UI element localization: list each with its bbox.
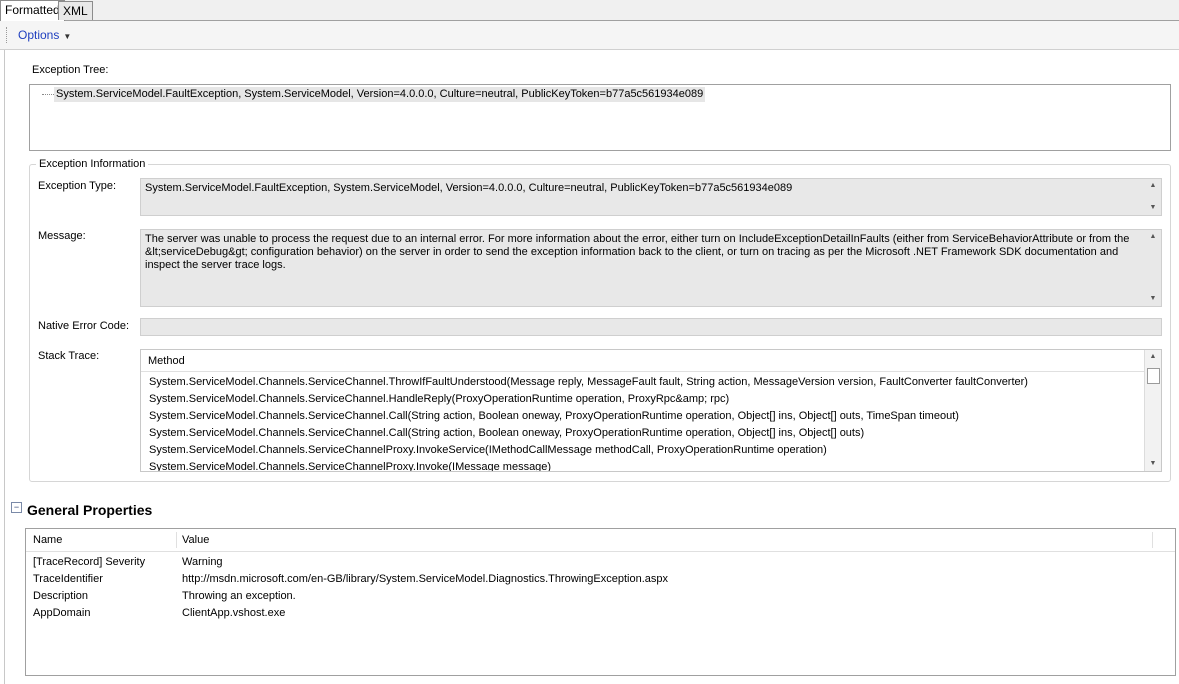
- property-name[interactable]: Description: [33, 588, 88, 605]
- exception-tree-node[interactable]: System.ServiceModel.FaultException, Syst…: [54, 87, 706, 102]
- properties-header: Name Value: [26, 529, 1175, 552]
- options-label: Options: [18, 28, 60, 42]
- stack-trace-row[interactable]: System.ServiceModel.Channels.ServiceChan…: [149, 442, 827, 459]
- exception-type-field[interactable]: System.ServiceModel.FaultException, Syst…: [140, 178, 1162, 216]
- stack-trace-label: Stack Trace:: [38, 350, 100, 362]
- stack-trace-row[interactable]: System.ServiceModel.Channels.ServiceChan…: [149, 374, 1028, 391]
- stack-trace-header-method[interactable]: Method: [141, 350, 1145, 372]
- property-value[interactable]: Throwing an exception.: [182, 588, 296, 605]
- column-header-value[interactable]: Value: [182, 529, 209, 551]
- stack-trace-scrollbar[interactable]: ▲ ▼: [1144, 350, 1161, 471]
- general-properties-title: General Properties: [27, 502, 153, 518]
- stack-trace-list[interactable]: Method System.ServiceModel.Channels.Serv…: [140, 349, 1162, 472]
- column-separator[interactable]: [1152, 532, 1153, 548]
- stack-trace-row[interactable]: System.ServiceModel.Channels.ServiceChan…: [149, 391, 729, 408]
- collapse-minus-icon[interactable]: −: [11, 502, 22, 513]
- property-name[interactable]: TraceIdentifier: [33, 571, 103, 588]
- property-value[interactable]: ClientApp.vshost.exe: [182, 605, 285, 622]
- column-header-name[interactable]: Name: [33, 529, 62, 551]
- chevron-down-icon: ▼: [63, 32, 72, 41]
- exception-tree-label: Exception Tree:: [32, 64, 109, 76]
- native-error-code-field[interactable]: [140, 318, 1162, 336]
- exception-information-group: Exception Information Exception Type: Sy…: [29, 158, 1171, 482]
- column-separator[interactable]: [176, 532, 177, 548]
- native-error-code-label: Native Error Code:: [38, 320, 130, 332]
- scroll-down-arrow-icon[interactable]: ▼: [1145, 457, 1161, 471]
- tab-formatted[interactable]: Formatted: [0, 0, 65, 22]
- exception-type-value: System.ServiceModel.FaultException, Syst…: [145, 182, 793, 194]
- message-label: Message:: [38, 230, 86, 242]
- tree-connector-line: [42, 94, 54, 95]
- property-value[interactable]: Warning: [182, 554, 223, 571]
- options-dropdown-button[interactable]: Options ▼: [18, 28, 71, 42]
- message-scrollbar[interactable]: ▲ ▼: [1145, 230, 1161, 306]
- toolbar: Options ▼: [0, 21, 1179, 50]
- scroll-down-arrow-icon[interactable]: ▼: [1145, 201, 1161, 215]
- scroll-up-arrow-icon[interactable]: ▲: [1145, 179, 1161, 193]
- exception-type-scrollbar[interactable]: ▲ ▼: [1145, 179, 1161, 215]
- message-value: The server was unable to process the req…: [145, 233, 1130, 271]
- general-properties-list[interactable]: Name Value [TraceRecord] Severity Warnin…: [25, 528, 1176, 676]
- scroll-down-arrow-icon[interactable]: ▼: [1145, 292, 1161, 306]
- stack-trace-row[interactable]: System.ServiceModel.Channels.ServiceChan…: [149, 408, 959, 425]
- property-value[interactable]: http://msdn.microsoft.com/en-GB/library/…: [182, 571, 668, 588]
- property-name[interactable]: AppDomain: [33, 605, 90, 622]
- stack-trace-row[interactable]: System.ServiceModel.Channels.ServiceChan…: [149, 459, 551, 471]
- view-tab-strip: Formatted XML: [0, 0, 1179, 22]
- exception-type-label: Exception Type:: [38, 180, 117, 192]
- tab-xml[interactable]: XML: [58, 1, 93, 20]
- toolbar-grip: [6, 27, 9, 43]
- scroll-up-arrow-icon[interactable]: ▲: [1145, 230, 1161, 244]
- scrollbar-thumb[interactable]: [1147, 368, 1160, 384]
- message-field[interactable]: The server was unable to process the req…: [140, 229, 1162, 307]
- formatted-content-panel: Exception Tree: System.ServiceModel.Faul…: [4, 50, 1179, 684]
- property-name[interactable]: [TraceRecord] Severity: [33, 554, 145, 571]
- exception-information-title: Exception Information: [36, 158, 149, 170]
- exception-tree-view[interactable]: System.ServiceModel.FaultException, Syst…: [29, 84, 1171, 151]
- scroll-up-arrow-icon[interactable]: ▲: [1145, 350, 1161, 364]
- stack-trace-row[interactable]: System.ServiceModel.Channels.ServiceChan…: [149, 425, 864, 442]
